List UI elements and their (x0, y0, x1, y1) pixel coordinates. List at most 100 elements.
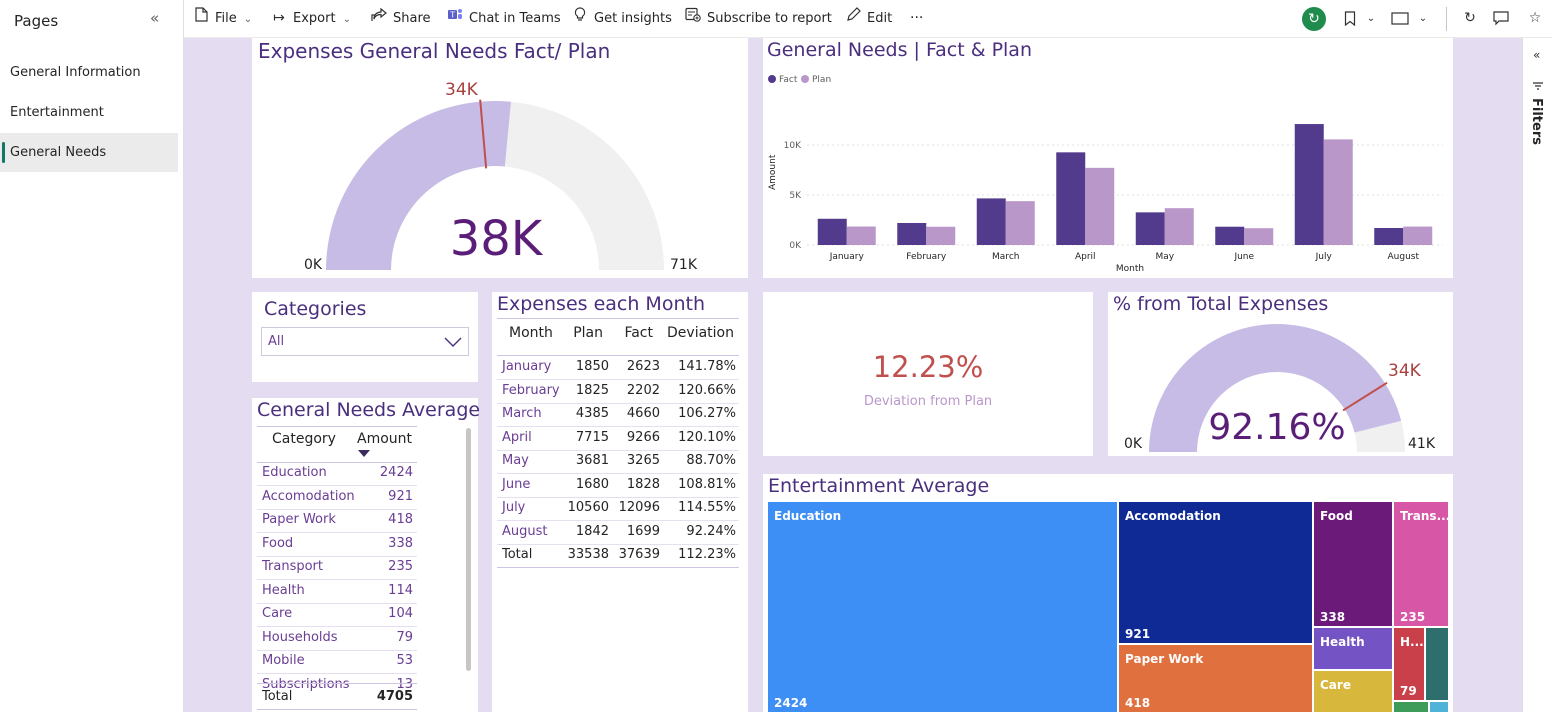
bar-fact-january[interactable] (817, 218, 847, 245)
bar-fact-march[interactable] (976, 198, 1006, 245)
export-menu[interactable]: ↦ Export ⌄ (270, 0, 351, 37)
treemap-title: Entertainment Average (768, 475, 990, 497)
refresh-icon[interactable]: ↻ (1460, 0, 1480, 37)
filters-label[interactable]: Filters (1529, 98, 1544, 145)
chevron-down-icon (444, 337, 462, 347)
bar-plan-april[interactable] (1085, 167, 1115, 245)
treemap-card[interactable]: Entertainment Average Education 2424 Acc… (763, 474, 1453, 712)
row-category: Accomodation (262, 488, 355, 504)
bar-plan-august[interactable] (1403, 226, 1433, 245)
subscribe-button[interactable]: Subscribe to report (684, 0, 832, 37)
bar-fact-may[interactable] (1135, 212, 1165, 245)
col-header-amount[interactable]: Amount (357, 431, 412, 447)
row-category: Households (262, 629, 338, 645)
bar-fact-july[interactable] (1294, 124, 1324, 245)
kpi-card[interactable]: 12.23% Deviation from Plan (763, 292, 1093, 456)
page-item-entertainment[interactable]: Entertainment (0, 93, 178, 132)
total-plan: 33538 (567, 547, 609, 562)
reset-icon[interactable]: ↻ (1302, 7, 1326, 31)
bar-plan-june[interactable] (1244, 228, 1274, 245)
total-value: 4705 (376, 689, 413, 704)
view-icon[interactable] (1388, 0, 1412, 37)
row-deviation: 141.78% (678, 359, 736, 374)
share-label: Share (393, 11, 431, 26)
edit-button[interactable]: Edit (844, 0, 892, 37)
y-tick-label: 0K (789, 241, 802, 251)
gauge-pct-target-label: 34K (1388, 361, 1422, 381)
categories-dropdown[interactable]: All (261, 327, 469, 356)
bar-fact-february[interactable] (897, 222, 927, 245)
treemap-cell-care[interactable]: Care (1314, 671, 1392, 712)
treemap-cell-transport[interactable]: Trans... 235 (1394, 502, 1448, 626)
teams-icon: T (446, 0, 464, 37)
col-header-month[interactable]: Month (509, 325, 553, 341)
filter-icon (1533, 82, 1543, 90)
pages-pane: Pages « General Information Entertainmen… (0, 0, 184, 712)
treemap-cell-mobile[interactable] (1426, 628, 1448, 700)
treemap-cell-health[interactable]: Health (1314, 628, 1392, 669)
treemap-cell-paper-work[interactable]: Paper Work 418 (1119, 645, 1312, 712)
share-button[interactable]: Share (370, 0, 431, 37)
file-icon (192, 0, 210, 37)
col-header-fact[interactable]: Fact (624, 325, 653, 341)
expand-filters-icon[interactable]: « (1533, 48, 1540, 62)
treemap-cell-small-1[interactable] (1394, 702, 1428, 712)
share-icon (370, 0, 388, 37)
treemap-cell-accomodation[interactable]: Accomodation 921 (1119, 502, 1312, 643)
bar-fact-august[interactable] (1374, 228, 1404, 245)
bar-plan-july[interactable] (1323, 139, 1353, 245)
get-insights-button[interactable]: Get insights (571, 0, 672, 37)
gauge-main-min: 0K (304, 257, 323, 273)
row-fact: 2623 (626, 359, 660, 374)
comment-icon[interactable] (1490, 0, 1512, 37)
treemap-cell-households[interactable]: H... 79 (1394, 628, 1424, 700)
page-item-general-information[interactable]: General Information (0, 53, 178, 92)
row-deviation: 120.66% (678, 382, 736, 398)
legend-fact-swatch (768, 75, 776, 83)
bar-fact-june[interactable] (1215, 226, 1245, 245)
row-amount: 114 (388, 582, 413, 598)
treemap-cell-education[interactable]: Education 2424 (768, 502, 1117, 712)
page-item-general-needs[interactable]: General Needs (0, 133, 178, 172)
favorite-star-icon[interactable]: ☆ (1524, 0, 1546, 37)
bookmark-icon[interactable] (1340, 0, 1360, 37)
chevron-down-icon: ⌄ (243, 14, 253, 25)
row-fact: 2202 (626, 382, 660, 398)
x-tick-label: January (829, 252, 865, 262)
bar-plan-may[interactable] (1164, 208, 1194, 245)
bar-plan-january[interactable] (846, 226, 876, 246)
x-tick-label: July (1315, 252, 1333, 262)
more-options-button[interactable]: ··· (910, 0, 923, 37)
treemap-cell-small-2[interactable] (1430, 702, 1448, 712)
bar-plan-march[interactable] (1005, 201, 1035, 245)
row-fact: 1828 (626, 476, 660, 492)
gauge-pct-card[interactable]: % from Total Expenses 92.16% 0K 41K 34K (1108, 292, 1453, 456)
legend-plan-label: Plan (812, 75, 831, 85)
chevron-down-icon[interactable]: ⌄ (1416, 0, 1430, 37)
col-header-deviation[interactable]: Deviation (667, 325, 734, 341)
scrollbar[interactable] (466, 428, 471, 671)
x-tick-label: February (906, 252, 947, 262)
col-header-plan[interactable]: Plan (573, 325, 603, 341)
chevron-down-icon[interactable]: ⌄ (1364, 0, 1378, 37)
treemap-cell-food[interactable]: Food 338 (1314, 502, 1392, 626)
col-header-category[interactable]: Category (272, 431, 336, 447)
kpi-value: 12.23% (872, 350, 984, 384)
bar-plan-february[interactable] (926, 226, 956, 245)
row-fact: 12096 (618, 500, 660, 515)
gauge-main-card[interactable]: Expenses General Needs Fact/ Plan 38K 0K… (252, 38, 748, 278)
file-menu[interactable]: File ⌄ (192, 0, 252, 37)
y-axis-label: Amount (768, 154, 778, 190)
row-plan: 1850 (575, 359, 609, 374)
chat-in-teams-button[interactable]: T Chat in Teams (446, 0, 561, 37)
gauge-pct-chart: 92.16% 0K 41K 34K (1124, 324, 1436, 452)
row-plan: 4385 (575, 406, 609, 421)
row-amount: 104 (388, 606, 413, 621)
row-deviation: 114.55% (678, 500, 736, 515)
bar-chart-card[interactable]: General Needs | Fact & Plan Fact Plan Am… (763, 38, 1453, 278)
row-plan: 3681 (575, 453, 609, 468)
expenses-month-card[interactable]: Expenses each Month Month Plan Fact Devi… (492, 292, 748, 712)
bar-fact-april[interactable] (1056, 152, 1086, 245)
collapse-pages-icon[interactable]: « (150, 9, 159, 27)
general-needs-average-card[interactable]: Ceneral Needs Average Category Amount Ed… (252, 398, 480, 712)
